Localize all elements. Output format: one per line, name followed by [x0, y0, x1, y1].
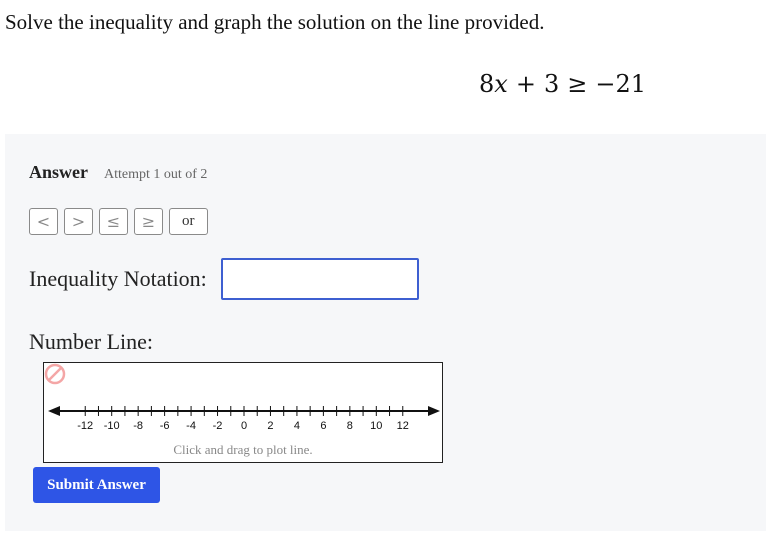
number-line-tick-label: 10 [370, 420, 382, 432]
number-line-tick-label: 8 [347, 420, 353, 432]
equation-coef: 8 [479, 70, 495, 98]
right-arrow-icon [428, 406, 440, 416]
less-equal-button[interactable]: ≤ [99, 208, 128, 235]
submit-answer-button[interactable]: Submit Answer [33, 467, 160, 503]
inequality-input[interactable] [220, 258, 419, 300]
number-line-tick-label: 0 [241, 420, 247, 432]
number-line-tick-label: 4 [294, 420, 300, 432]
number-line-hint: Click and drag to plot line. [173, 442, 313, 457]
answer-panel: Answer Attempt 1 out of 2 < > ≤ ≥ or Ine… [5, 134, 766, 531]
inequality-label: Inequality Notation: [29, 266, 207, 291]
number-line-widget[interactable]: -12 -10 -8 -6 -4 -2 0 2 4 6 8 10 12 Click and drag t… [43, 362, 443, 463]
greater-than-button[interactable]: > [64, 208, 93, 235]
question-prompt: Solve the inequality and graph the solut… [5, 10, 545, 34]
or-button[interactable]: or [169, 208, 208, 235]
equation-relation: ≥ [567, 70, 588, 98]
number-line-tick-label: -12 [77, 420, 93, 432]
less-than-button[interactable]: < [29, 208, 58, 235]
equation-var: x [494, 70, 508, 98]
number-line-tick-label: 6 [320, 420, 326, 432]
left-arrow-icon [48, 406, 60, 416]
equation-const: 3 [543, 70, 560, 98]
answer-header: Answer Attempt 1 out of 2 [29, 162, 207, 183]
equation-rhs: −21 [595, 70, 646, 98]
number-line-tick-label: -4 [186, 420, 196, 432]
number-line-tick-label: -8 [133, 420, 143, 432]
inequality-row: Inequality Notation: [29, 258, 419, 300]
number-line-tick-label: 12 [397, 420, 409, 432]
number-line-tick-label: -2 [213, 420, 223, 432]
answer-title: Answer [29, 162, 88, 182]
equation: 8x + 3 ≥ −21 [479, 70, 646, 98]
number-line-label: Number Line: [29, 329, 154, 354]
equation-op: + [515, 70, 536, 98]
number-line-tick-label: -6 [160, 420, 170, 432]
number-line-tick-label: -10 [104, 420, 120, 432]
attempt-counter: Attempt 1 out of 2 [104, 167, 208, 182]
clear-icon[interactable] [44, 363, 66, 385]
symbol-toolbar: < > ≤ ≥ or [29, 208, 208, 235]
number-line-tick-label: 2 [267, 420, 273, 432]
greater-equal-button[interactable]: ≥ [134, 208, 163, 235]
